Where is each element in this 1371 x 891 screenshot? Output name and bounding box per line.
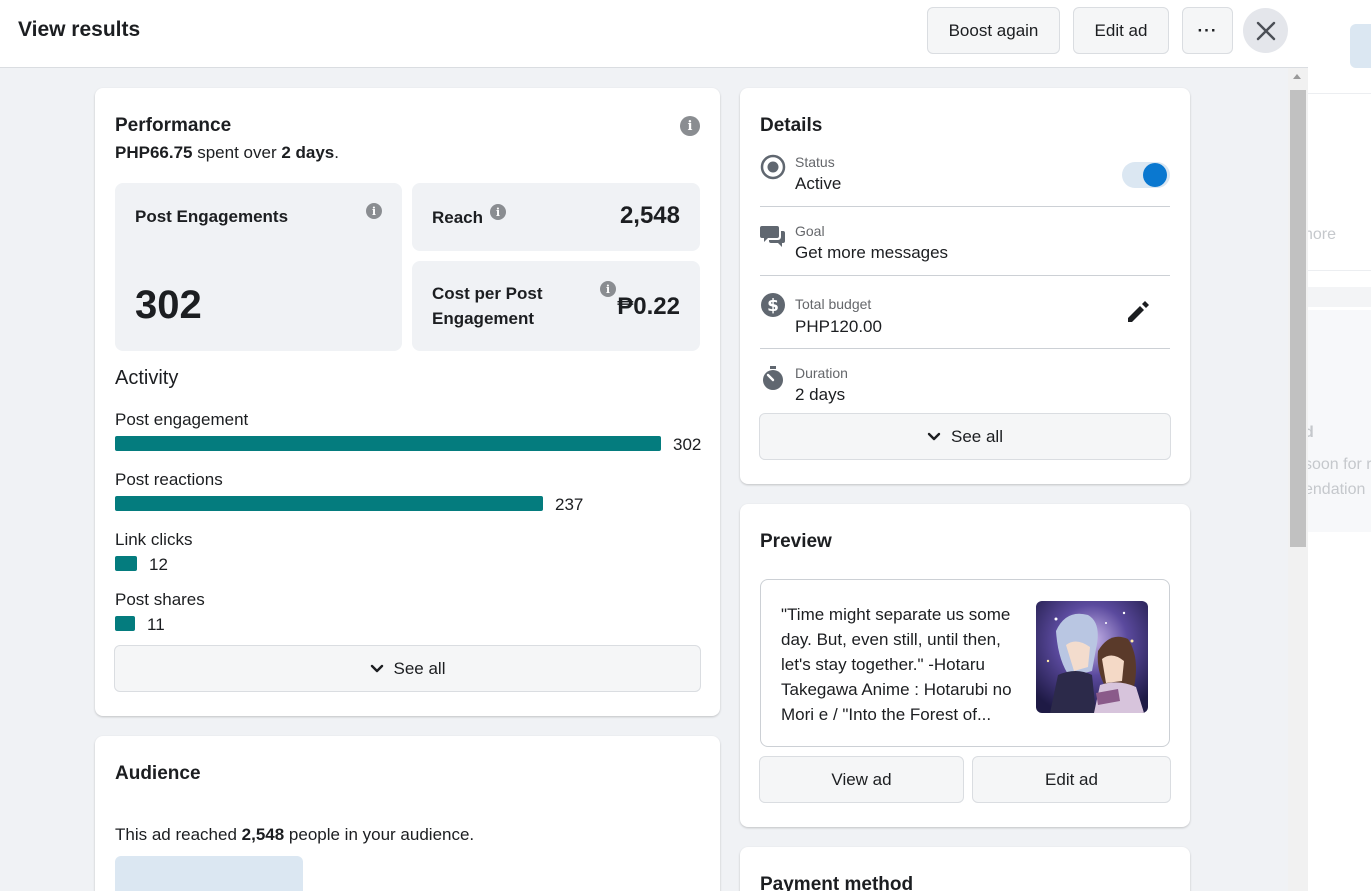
details-title: Details: [760, 115, 823, 136]
activity-bar-post-reactions: [115, 496, 543, 511]
divider: [760, 275, 1170, 276]
background-divider: [1308, 93, 1371, 94]
activity-value: 237: [555, 495, 584, 514]
goal-row: Goal Get more messages: [760, 223, 1170, 267]
modal-header: View results Boost again Edit ad ···: [0, 0, 1308, 68]
ad-preview-text: "Time might separate us some day. But, e…: [781, 605, 1012, 724]
preview-edit-ad-button[interactable]: Edit ad: [972, 756, 1171, 803]
activity-label: Link clicks: [115, 530, 193, 549]
background-divider: [1308, 270, 1371, 271]
budget-row: $ Total budget PHP120.00: [760, 292, 1170, 336]
scrollbar-thumb[interactable]: [1290, 90, 1306, 547]
chevron-down-icon: [927, 432, 941, 440]
activity-bar-post-engagement: [115, 436, 661, 451]
payment-method-title: Payment method: [760, 874, 914, 891]
audience-title: Audience: [115, 763, 201, 784]
audience-reach-text: This ad reached 2,548 people in your aud…: [115, 825, 475, 844]
post-engagements-label: Post Engagements: [135, 207, 289, 226]
background-block: [1308, 287, 1371, 307]
duration-label: Duration: [795, 365, 848, 381]
cost-per-engagement-value: ₱0.22: [617, 293, 680, 320]
goal-value: Get more messages: [795, 243, 949, 262]
scroll-up-arrow-icon[interactable]: [1293, 74, 1301, 79]
info-icon[interactable]: i: [680, 116, 700, 136]
background-card: d soon for r endation: [1308, 310, 1371, 532]
background-page: nore d soon for r endation: [1308, 0, 1371, 891]
toggle-knob: [1143, 163, 1167, 187]
post-engagements-tile: Post Engagements i 302: [115, 183, 402, 351]
info-icon[interactable]: i: [366, 203, 382, 219]
activity-value: 12: [149, 555, 168, 574]
status-row: Status Active: [760, 154, 1170, 198]
edit-ad-button[interactable]: Edit ad: [1073, 7, 1169, 54]
reach-label: Reach: [432, 208, 484, 227]
chat-bubbles-icon: [760, 223, 786, 249]
background-text: soon for r: [1308, 456, 1371, 473]
see-all-label: See all: [393, 658, 446, 678]
activity-label: Post shares: [115, 590, 205, 609]
close-button[interactable]: [1243, 8, 1288, 53]
status-label: Status: [795, 154, 835, 170]
more-options-button[interactable]: ···: [1182, 7, 1233, 54]
post-engagements-value: 302: [135, 283, 202, 327]
divider: [760, 206, 1170, 207]
scrollbar[interactable]: [1288, 68, 1308, 891]
audience-tile[interactable]: [115, 856, 303, 891]
chevron-down-icon: [370, 664, 383, 672]
close-icon: [1256, 21, 1275, 40]
budget-value: PHP120.00: [795, 317, 882, 336]
activity-label: Post engagement: [115, 410, 249, 429]
view-ad-button[interactable]: View ad: [759, 756, 964, 803]
background-text: nore: [1308, 226, 1337, 243]
info-icon[interactable]: i: [600, 281, 616, 297]
info-icon[interactable]: i: [490, 204, 506, 220]
status-value: Active: [795, 174, 842, 193]
edit-budget-button[interactable]: [1124, 298, 1152, 326]
boost-again-button[interactable]: Boost again: [927, 7, 1060, 54]
reach-value: 2,548: [619, 202, 680, 229]
radio-target-icon: [760, 154, 786, 180]
activity-see-all-button[interactable]: See all: [114, 645, 701, 692]
activity-bar-link-clicks: [115, 556, 137, 571]
spent-amount: PHP66.75: [115, 143, 193, 162]
spent-summary: PHP66.75 spent over 2 days.: [115, 143, 339, 162]
reach-tile: Reach i 2,548: [412, 183, 700, 251]
ad-preview-image: [1036, 601, 1148, 713]
background-text: endation: [1308, 481, 1366, 498]
activity-label: Post reactions: [115, 470, 223, 489]
dollar-icon: $: [760, 292, 786, 318]
duration-value: 2 days: [795, 385, 846, 404]
background-text: d: [1308, 424, 1314, 441]
activity-value: 302: [673, 435, 702, 454]
details-see-all-button[interactable]: See all: [759, 413, 1171, 460]
activity-value: 11: [147, 615, 165, 634]
stopwatch-icon: [760, 365, 786, 391]
spent-days: 2 days: [281, 143, 335, 162]
background-button: [1350, 24, 1371, 68]
goal-label: Goal: [795, 223, 825, 239]
cost-per-engagement-tile: Cost per Post Engagement i ₱0.22: [412, 261, 700, 351]
performance-title: Performance: [115, 115, 232, 136]
divider: [760, 348, 1170, 349]
modal-title: View results: [18, 18, 141, 41]
activity-title: Activity: [115, 367, 179, 389]
ad-preview[interactable]: "Time might separate us some day. But, e…: [760, 579, 1170, 747]
svg-text:$: $: [767, 296, 779, 316]
status-toggle[interactable]: [1122, 162, 1170, 188]
budget-label: Total budget: [795, 296, 872, 312]
cost-per-engagement-label: Cost per Post Engagement: [432, 284, 543, 328]
preview-title: Preview: [760, 531, 832, 552]
activity-bar-post-shares: [115, 616, 135, 631]
see-all-label: See all: [951, 426, 1003, 446]
view-results-modal: View results Boost again Edit ad ··· Per…: [0, 0, 1308, 891]
pencil-icon: [1128, 301, 1149, 322]
duration-row: Duration 2 days: [760, 365, 1170, 409]
